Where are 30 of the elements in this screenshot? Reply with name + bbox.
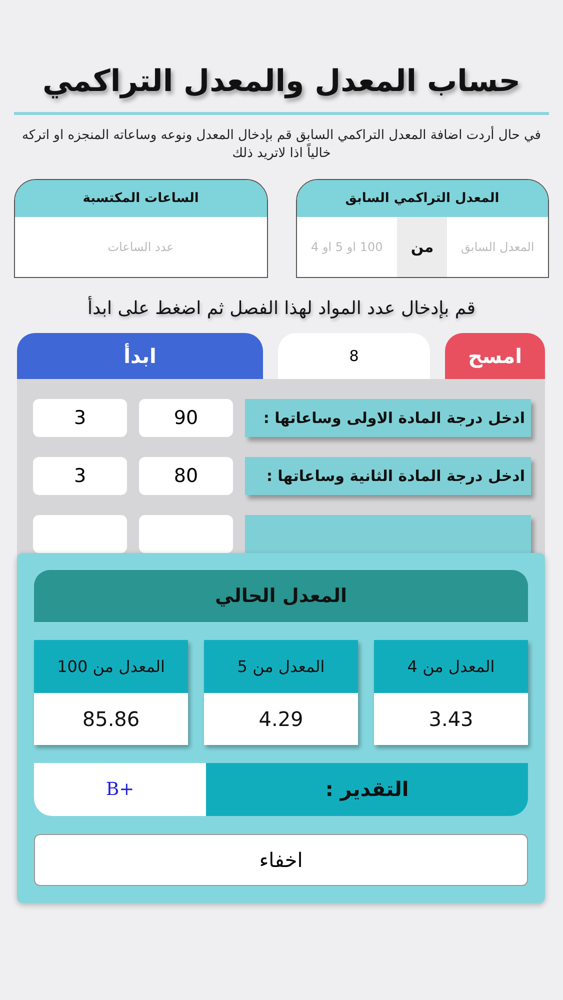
card-title: المعدل التراكمي السابق [296,180,548,217]
start-button[interactable]: ابدأ [17,333,263,379]
previous-gpa-field[interactable]: المعدل السابق [447,217,548,277]
hours-field[interactable]: عدد الساعات [15,217,266,277]
hours-field[interactable]: 3 [33,457,127,495]
subject-label: ادخل درجة المادة الاولى وساعاتها : [245,399,531,437]
subject-count-field[interactable]: 8 [278,333,430,379]
grade-value: B+ [34,762,206,816]
average-label: المعدل من 100 [34,640,188,693]
hide-button[interactable]: اخفاء [34,834,528,886]
separator-label: من [397,217,448,277]
grade-field[interactable]: 80 [139,457,233,495]
hours-field[interactable] [33,515,127,553]
average-value: 3.43 [374,692,528,745]
grade-label: التقدير : [206,762,528,816]
average-value: 4.29 [204,692,358,745]
scale-field[interactable]: 100 او 5 او 4 [296,217,398,277]
subject-label: ادخل درجة المادة الثانية وساعاتها : [245,457,531,495]
result-title: المعدل الحالي [34,570,528,622]
instruction-text: قم بإدخال عدد المواد لهذا الفصل ثم اضغط على ابدأ [86,298,476,319]
intro-text: في حال أردت اضافة المعدل التراكمي السابق قم بإدخال المعدل ونوعه وساعاته المنجزه او اتركه خالياً اذا لاتريد ذلك [20,127,542,163]
grade-field[interactable] [139,515,233,553]
average-value: 85.86 [34,692,188,745]
hours-field[interactable]: 3 [33,399,127,437]
average-label: المعدل من 4 [374,640,528,693]
card-title: الساعات المكتسبة [15,180,266,217]
grade-field[interactable]: 90 [139,399,233,437]
clear-button[interactable]: امسح [445,333,545,379]
page-title: حساب المعدل والمعدل التراكمي [42,63,521,101]
average-label: المعدل من 5 [204,640,358,693]
